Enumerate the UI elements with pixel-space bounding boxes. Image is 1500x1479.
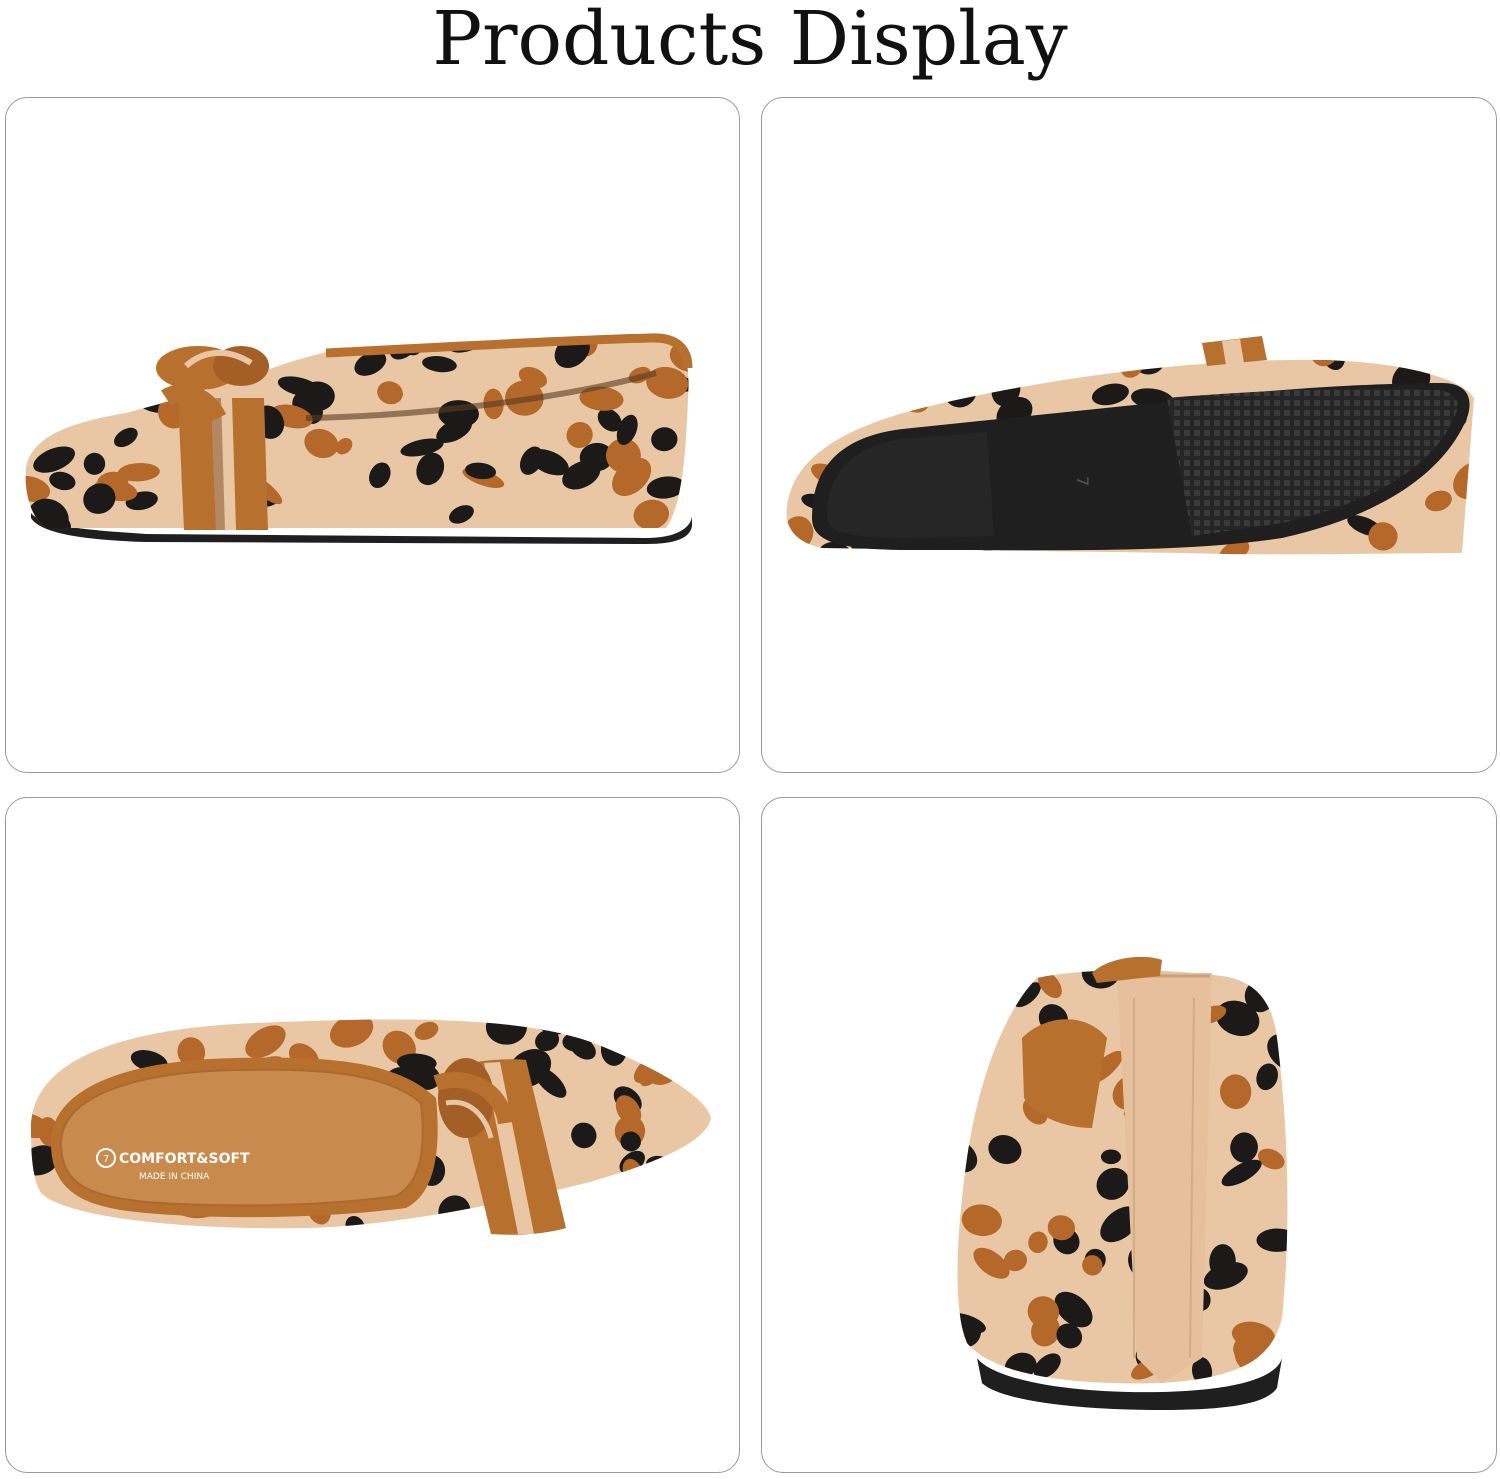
product-panel-rear-view [761, 797, 1497, 1473]
shoe-sole-image: 7 [786, 336, 1474, 555]
insole-brand: COMFORT&SOFT [119, 1151, 250, 1167]
insole-size: 7 [103, 1154, 109, 1165]
shoe-top-image: 7 COMFORT&SOFT MADE IN CHINA [31, 1019, 711, 1235]
product-panel-top-view: 7 COMFORT&SOFT MADE IN CHINA [5, 797, 740, 1473]
shoe-side-image [25, 333, 693, 544]
page-title: Products Display [432, 0, 1068, 82]
insole-origin: MADE IN CHINA [139, 1172, 210, 1182]
shoe-rear-image [957, 956, 1288, 1410]
product-panel-side-view [5, 97, 740, 773]
product-panel-sole-view: 7 [761, 97, 1497, 773]
size-mark: 7 [1073, 476, 1092, 486]
